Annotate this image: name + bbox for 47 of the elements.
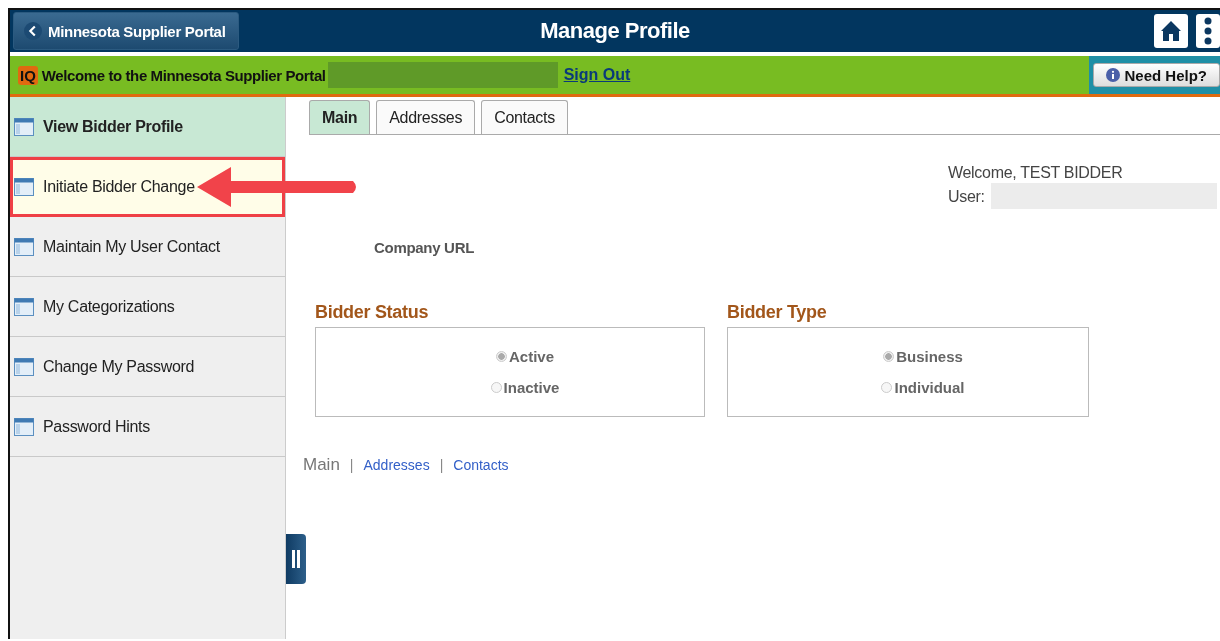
radio-label: Business — [896, 348, 963, 365]
radio-button[interactable] — [496, 351, 507, 362]
page-icon — [14, 417, 34, 436]
back-button[interactable]: Minnesota Supplier Portal — [13, 12, 239, 50]
radio-button[interactable] — [881, 382, 893, 393]
home-button[interactable] — [1154, 14, 1188, 48]
sidebar-item[interactable]: Maintain My User Contact — [10, 217, 285, 277]
radio-button[interactable] — [883, 351, 895, 362]
pause-bars-icon — [292, 550, 300, 568]
tab[interactable]: Addresses — [376, 100, 476, 134]
chevron-left-icon — [24, 22, 42, 40]
welcome-text: Welcome to the Minnesota Supplier Portal — [41, 66, 326, 84]
page-icon — [14, 117, 34, 136]
info-icon — [1106, 68, 1121, 82]
radio-label: Active — [509, 348, 554, 365]
page-title: Manage Profile — [540, 18, 690, 44]
more-dots-icon — [1203, 16, 1213, 46]
welcome-user-text: Welcome, TEST BIDDER — [948, 163, 1124, 183]
page-icon — [14, 237, 34, 256]
page-link[interactable]: Addresses — [363, 457, 430, 473]
field-label: Company URL — [374, 239, 476, 256]
home-icon — [1159, 19, 1183, 43]
radio-label: Individual — [894, 379, 965, 396]
sidebar-item[interactable]: Password Hints — [10, 397, 285, 457]
sidebar-item[interactable]: Change My Password — [10, 337, 285, 397]
page-icon — [14, 178, 34, 196]
help-button[interactable]: Need Help? — [1093, 63, 1220, 87]
sign-out-link[interactable]: Sign Out — [563, 66, 631, 84]
page-icon — [14, 357, 34, 376]
page-icon — [14, 297, 34, 316]
more-menu-button[interactable] — [1196, 14, 1220, 48]
tab[interactable]: Main — [309, 100, 371, 134]
logo: IQ — [18, 65, 38, 85]
group-heading: Bidder Status — [315, 302, 430, 323]
user-label: User: — [948, 186, 985, 207]
radio-button[interactable] — [490, 382, 502, 393]
separator-text: | — [349, 457, 354, 473]
separator-text: | — [439, 457, 444, 473]
sidebar-item[interactable]: View Bidder Profile — [10, 97, 285, 157]
tab[interactable]: Contacts — [481, 100, 568, 134]
collapse-handle[interactable] — [286, 534, 306, 584]
radio-label: Inactive — [503, 379, 560, 396]
group-heading: Bidder Type — [727, 302, 828, 323]
page-link[interactable]: Main — [303, 455, 340, 475]
sidebar-item[interactable]: Initiate Bidder Change — [10, 157, 285, 217]
sidebar-item[interactable]: My Categorizations — [10, 277, 285, 337]
page-link[interactable]: Contacts — [453, 457, 509, 473]
